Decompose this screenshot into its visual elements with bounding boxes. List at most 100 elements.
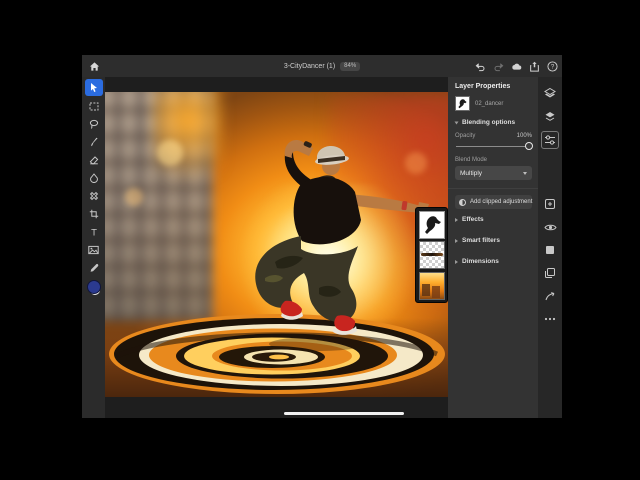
crop-tool[interactable] [85, 205, 103, 222]
home-icon [89, 61, 100, 72]
send-to-button[interactable] [542, 288, 558, 304]
duplicate-icon [544, 267, 556, 279]
adjustment-icon [459, 199, 466, 206]
layer-mask-button[interactable] [542, 242, 558, 258]
flick-send-icon [544, 290, 556, 302]
slider-fill [456, 146, 525, 148]
swirl-thumb-graphic [421, 253, 443, 256]
healing-tool[interactable] [85, 187, 103, 204]
fill-icon [89, 173, 99, 183]
move-cursor-icon [89, 82, 99, 93]
select-tool[interactable] [85, 97, 103, 114]
chevron-down-icon [455, 121, 459, 124]
add-clipped-adjustment-button[interactable]: Add clipped adjustment [455, 195, 532, 209]
document-canvas[interactable] [105, 92, 448, 397]
document-title: 3-CityDancer (1) [284, 63, 335, 70]
dancer-figure [105, 92, 448, 397]
eye-icon [544, 222, 557, 233]
place-image-tool[interactable] [85, 241, 103, 258]
blend-mode-label: Blend Mode [455, 157, 532, 163]
share-icon [529, 61, 540, 72]
smart-filters-section[interactable]: Smart filters [455, 237, 532, 244]
layer-properties-panel: Layer Properties 02_dancer Blending opti… [448, 77, 538, 418]
lasso-tool[interactable] [85, 115, 103, 132]
cloud-icon [511, 61, 522, 72]
fill-tool[interactable] [85, 169, 103, 186]
lasso-icon [89, 119, 99, 129]
cloud-sync-button[interactable] [511, 61, 522, 72]
layers-icon [544, 87, 556, 99]
add-clipped-adjustment-label: Add clipped adjustment [470, 199, 532, 205]
duplicate-layer-button[interactable] [542, 265, 558, 281]
top-bar: 3-CityDancer (1) 84% ? [82, 55, 562, 77]
place-image-icon [88, 245, 99, 255]
undo-button[interactable] [475, 61, 486, 72]
layer-thumb-swirl[interactable] [419, 241, 445, 269]
eraser-icon [89, 155, 99, 165]
task-bar [538, 77, 562, 418]
layer-thumb-dancer[interactable] [419, 211, 445, 239]
layers-view-button[interactable] [542, 85, 558, 101]
chevron-right-icon [455, 260, 458, 264]
video-frame: 3-CityDancer (1) 84% ? [0, 0, 640, 480]
redo-icon [493, 61, 504, 72]
more-options-button[interactable] [542, 311, 558, 327]
blend-mode-value: Multiply [460, 170, 482, 177]
tool-bar: T [82, 77, 105, 418]
divider [448, 188, 538, 189]
eraser-tool[interactable] [85, 151, 103, 168]
panel-title: Layer Properties [455, 83, 532, 90]
opacity-value: 100% [517, 133, 532, 139]
svg-text:T: T [91, 227, 97, 236]
move-tool[interactable] [85, 79, 103, 96]
color-chip[interactable] [87, 280, 100, 293]
add-layer-icon [544, 198, 556, 210]
chevron-right-icon [455, 239, 458, 243]
layer-thumbnail [455, 96, 470, 111]
effects-label: Effects [462, 216, 484, 223]
layer-properties-button[interactable] [541, 131, 559, 149]
sliders-icon [544, 134, 556, 146]
compact-layer-stack[interactable] [415, 207, 448, 303]
chevron-right-icon [455, 218, 458, 222]
zoom-level-badge[interactable]: 84% [340, 62, 360, 71]
type-icon: T [89, 227, 99, 237]
slider-knob[interactable] [525, 142, 533, 150]
clip-layer-button[interactable] [542, 108, 558, 124]
layer-thumb-background[interactable] [419, 272, 445, 300]
opacity-slider[interactable] [456, 141, 531, 151]
opacity-label: Opacity [455, 133, 475, 139]
share-button[interactable] [529, 61, 540, 72]
mask-icon [544, 244, 556, 256]
crop-icon [89, 209, 99, 219]
brush-tool[interactable] [85, 133, 103, 150]
dancer-thumb-graphic [420, 212, 444, 238]
eyedropper-tool[interactable] [85, 259, 103, 276]
undo-icon [475, 61, 486, 72]
clipped-layer-icon [544, 110, 556, 122]
help-icon: ? [547, 61, 558, 72]
dimensions-section[interactable]: Dimensions [455, 258, 532, 265]
brush-icon [89, 137, 99, 147]
blending-options-label: Blending options [462, 119, 515, 126]
foreground-color-swatch [87, 280, 101, 294]
selected-layer-row[interactable]: 02_dancer [455, 96, 532, 111]
ipad-home-indicator[interactable] [284, 412, 404, 415]
layer-name: 02_dancer [475, 101, 503, 107]
canvas-area[interactable] [105, 77, 448, 418]
blending-options-header[interactable]: Blending options [455, 119, 532, 126]
svg-text:?: ? [551, 63, 555, 70]
effects-section[interactable]: Effects [455, 216, 532, 223]
type-tool[interactable]: T [85, 223, 103, 240]
marquee-icon [89, 101, 99, 111]
add-layer-button[interactable] [542, 196, 558, 212]
eyedropper-icon [89, 263, 99, 273]
redo-button[interactable] [493, 61, 504, 72]
ellipsis-icon [544, 317, 556, 321]
blend-mode-dropdown[interactable]: Multiply [455, 166, 532, 180]
home-button[interactable] [82, 55, 106, 77]
smart-filters-label: Smart filters [462, 237, 500, 244]
photoshop-ipad-app: 3-CityDancer (1) 84% ? [82, 55, 562, 418]
help-button[interactable]: ? [547, 61, 558, 72]
layer-visibility-button[interactable] [542, 219, 558, 235]
